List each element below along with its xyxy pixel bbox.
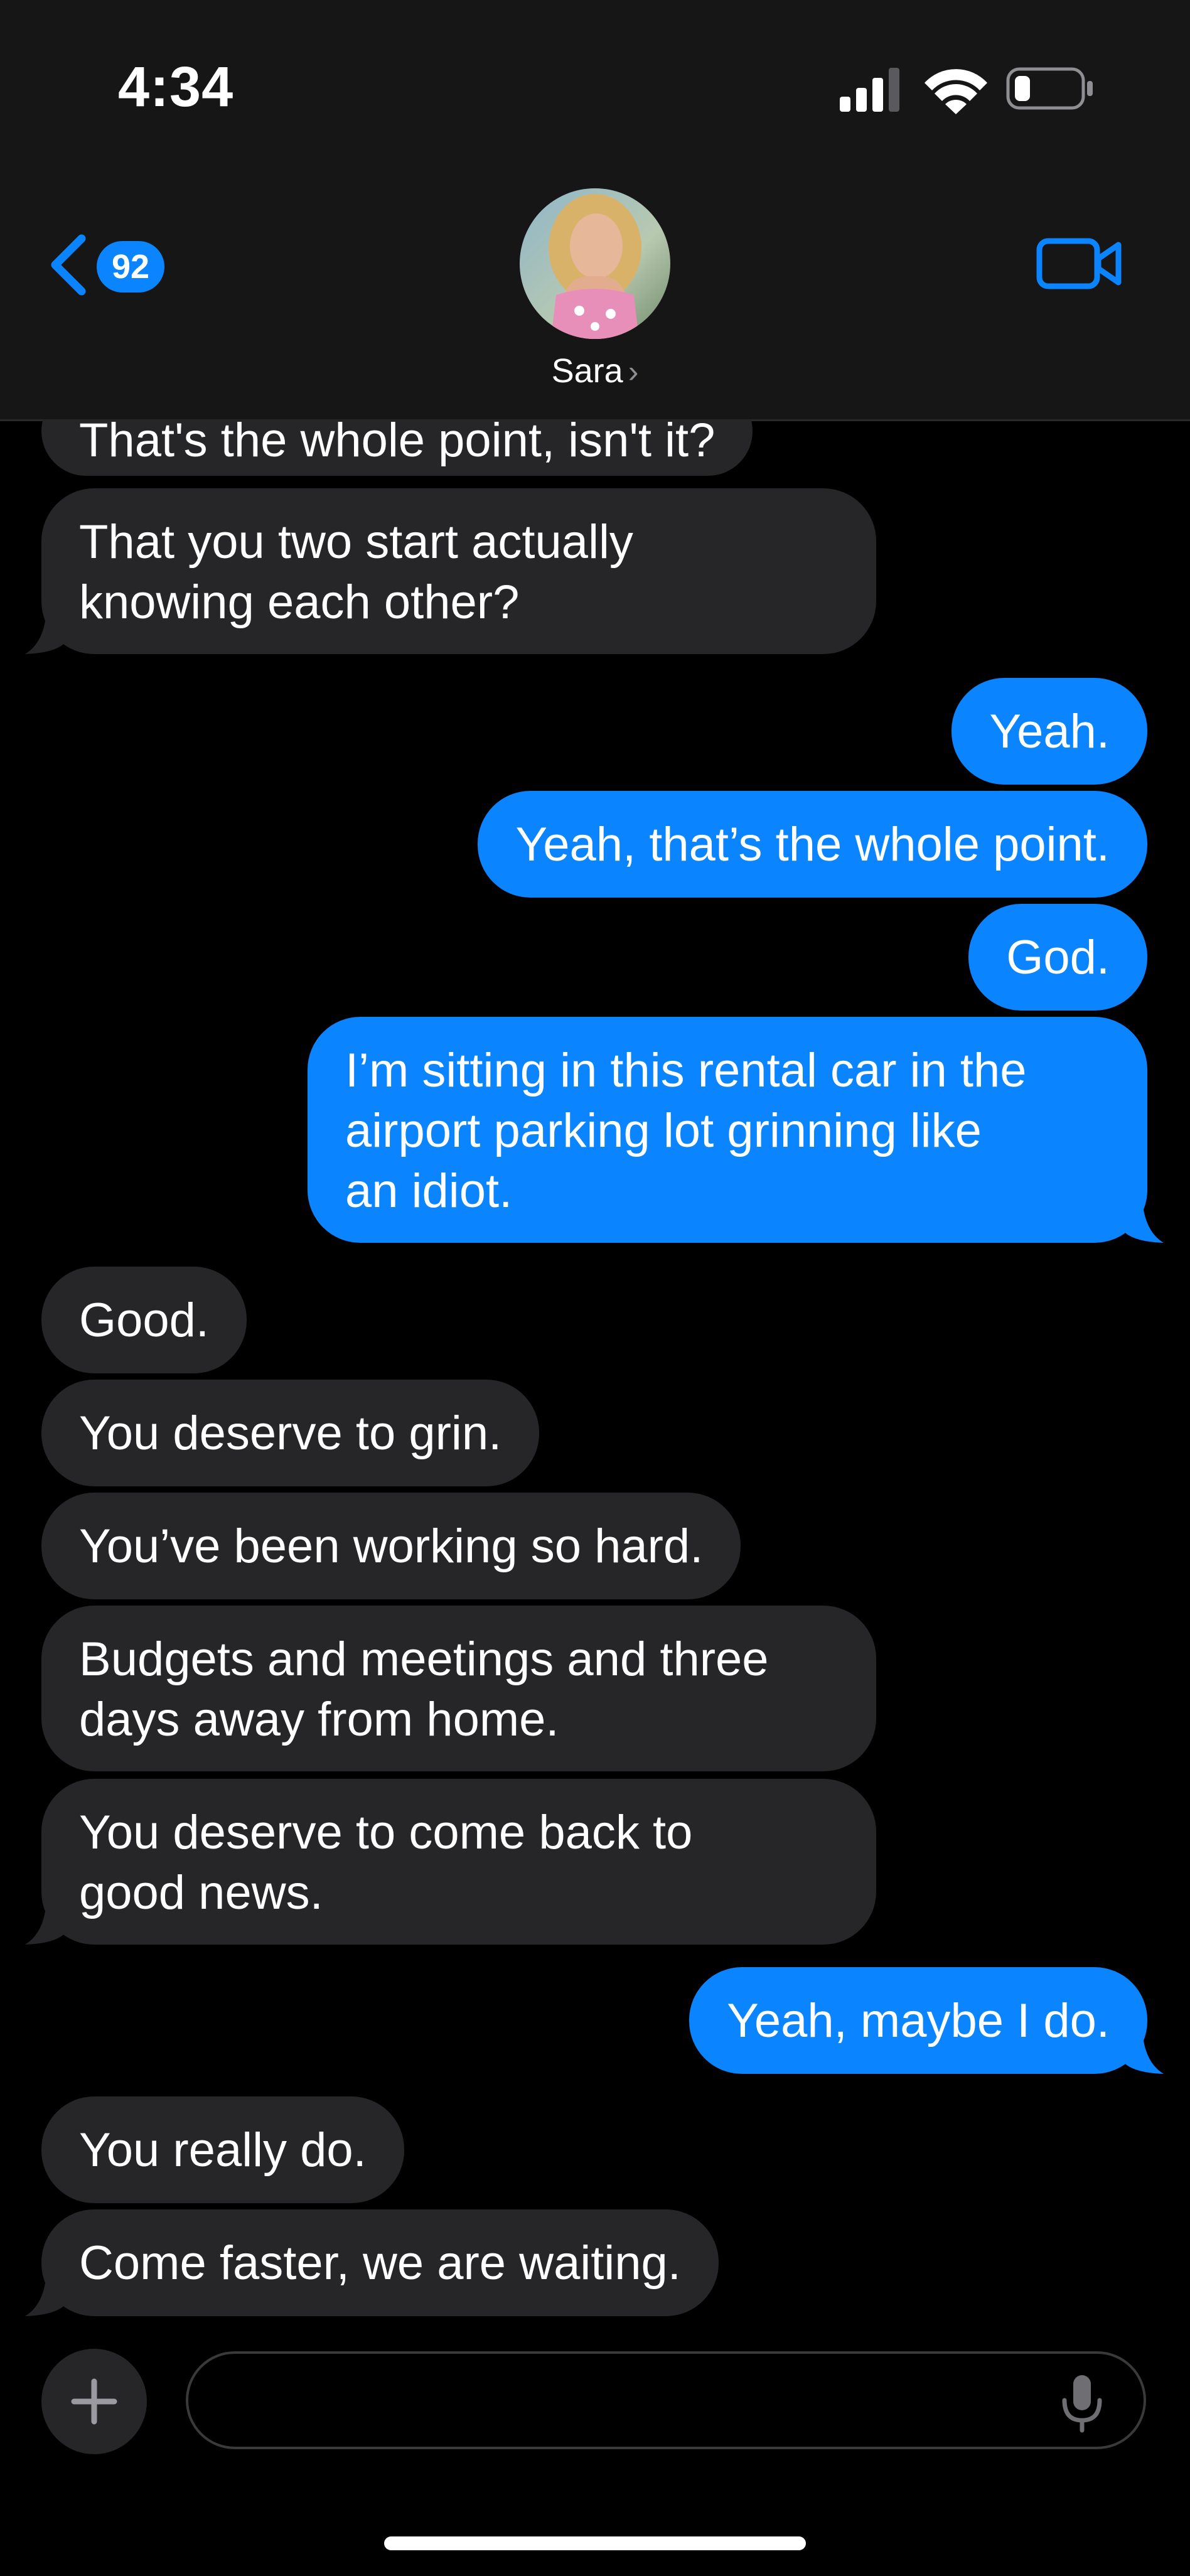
message-bubble-incoming[interactable]: You deserve to come back to good news. xyxy=(41,1779,876,1945)
bubble-tail xyxy=(1120,1200,1164,1243)
chevron-right-icon: › xyxy=(628,354,639,389)
message-bubble-incoming[interactable]: You really do. xyxy=(41,2096,404,2203)
message-bubble-incoming[interactable]: Good. xyxy=(41,1267,247,1373)
contact-name-button[interactable]: Sara › xyxy=(0,352,1190,390)
status-icons xyxy=(840,67,1093,114)
message-bubble-outgoing[interactable]: Yeah, maybe I do. xyxy=(689,1967,1147,2074)
unread-count-badge: 92 xyxy=(97,241,164,292)
bubble-tail xyxy=(25,2273,69,2316)
message-thread[interactable]: That's the whole point, isn't it? That y… xyxy=(0,419,1190,2334)
message-bubble-outgoing[interactable]: Yeah. xyxy=(951,678,1147,785)
cellular-signal-icon xyxy=(840,68,899,112)
message-bubble-incoming[interactable]: Budgets and meetings and three days away… xyxy=(41,1606,876,1771)
message-bubble-outgoing[interactable]: God. xyxy=(968,904,1147,1011)
contact-avatar[interactable] xyxy=(520,188,670,339)
message-bubble-incoming[interactable]: That's the whole point, isn't it? xyxy=(41,419,753,476)
bubble-tail xyxy=(1120,2031,1164,2074)
back-button[interactable]: 92 xyxy=(46,227,172,303)
message-bubble-incoming[interactable]: You deserve to grin. xyxy=(41,1380,540,1486)
home-indicator[interactable] xyxy=(384,2536,806,2550)
status-bar: 4:34 xyxy=(0,0,1190,163)
message-bubble-incoming[interactable]: Come faster, we are waiting. xyxy=(41,2209,719,2316)
wifi-icon xyxy=(925,69,987,114)
bubble-tail xyxy=(25,611,69,654)
microphone-icon[interactable] xyxy=(1057,2371,1107,2434)
contact-name: Sara xyxy=(551,352,623,390)
conversation-header: 92 Sara › xyxy=(0,163,1190,421)
plus-icon xyxy=(71,2378,117,2425)
message-input-container[interactable] xyxy=(186,2351,1146,2449)
back-chevron-icon xyxy=(51,234,86,296)
message-bubble-incoming[interactable]: You’ve been working so hard. xyxy=(41,1493,741,1599)
battery-icon xyxy=(1006,67,1093,110)
avatar-image xyxy=(520,188,670,339)
message-bubble-outgoing[interactable]: I’m sitting in this rental car in the ai… xyxy=(308,1017,1147,1243)
add-attachment-button[interactable] xyxy=(41,2349,147,2454)
status-time: 4:34 xyxy=(118,56,234,119)
video-camera-icon[interactable] xyxy=(1036,232,1123,295)
bubble-tail xyxy=(25,1902,69,1945)
message-bubble-incoming[interactable]: That you two start actually knowing each… xyxy=(41,488,876,654)
message-bubble-outgoing[interactable]: Yeah, that’s the whole point. xyxy=(478,791,1147,898)
message-input[interactable] xyxy=(213,2366,1032,2437)
